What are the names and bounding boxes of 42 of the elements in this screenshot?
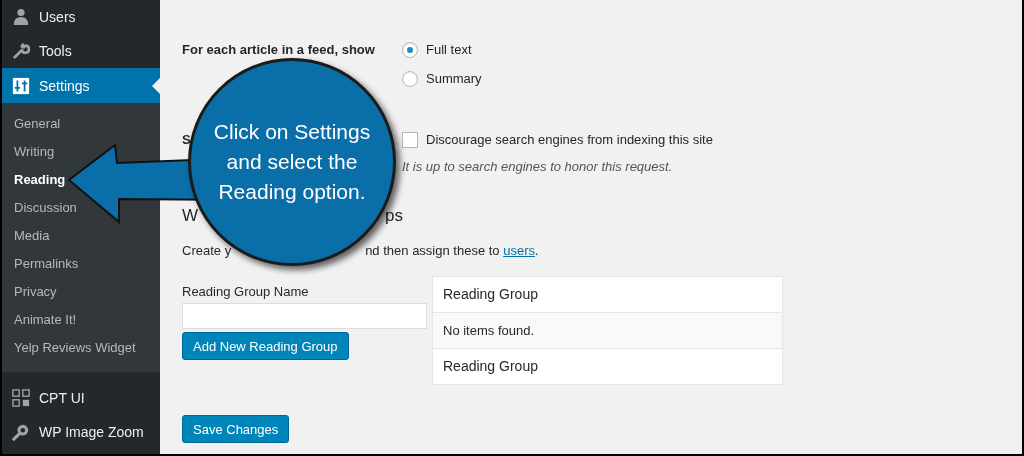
field-label: Reading Group Name xyxy=(182,284,310,299)
table-footer: Reading Group xyxy=(433,348,782,384)
submenu-item[interactable]: Yelp Reviews Widget xyxy=(2,334,136,362)
help-text: It is up to search engines to honor this request. xyxy=(402,159,674,174)
radio-button[interactable] xyxy=(402,70,418,87)
setting-label: For each article in a feed, show xyxy=(182,42,376,59)
section-heading: W xyxy=(182,206,199,226)
description-text: nd then assign these to users. xyxy=(365,243,539,258)
menu-item[interactable]: Users xyxy=(2,0,160,34)
sliders-icon xyxy=(12,76,30,95)
save-changes-button[interactable]: Save Changes xyxy=(182,415,290,443)
option-label: Full text xyxy=(426,42,472,57)
users-link[interactable]: users xyxy=(503,243,535,258)
grid-icon xyxy=(12,389,30,407)
description-text: Create y xyxy=(182,243,232,258)
section-heading: ps xyxy=(385,206,403,226)
user-icon xyxy=(12,8,30,26)
submenu-item[interactable]: Media xyxy=(2,222,50,250)
submenu-item[interactable]: Writing xyxy=(2,138,55,166)
menu-item[interactable]: CPT UI xyxy=(2,381,160,415)
radio-button[interactable] xyxy=(402,41,418,58)
notch-icon xyxy=(152,78,160,94)
submenu-item[interactable]: General xyxy=(2,110,61,138)
setting-label: S xyxy=(182,132,191,147)
wrench-icon xyxy=(12,42,30,60)
callout-text: Click on Settings and select the Reading option. xyxy=(213,119,371,205)
table-header: Reading Group xyxy=(442,285,539,304)
menu-item[interactable]: WP Image Zoom xyxy=(2,415,160,449)
option-label: Summary xyxy=(426,71,482,86)
checkbox-label: Discourage search engines from indexing this site xyxy=(426,132,713,147)
checkbox[interactable] xyxy=(402,131,418,148)
group-name-field[interactable] xyxy=(182,303,427,329)
submenu-item[interactable]: Reading xyxy=(2,166,66,194)
submenu-item[interactable]: Animate It! xyxy=(2,306,77,334)
menu-item[interactable]: Tools xyxy=(2,34,160,68)
menu-item[interactable]: Settings xyxy=(2,68,160,103)
empty-message: No items found. xyxy=(433,312,782,348)
submenu-item[interactable]: Privacy xyxy=(2,278,57,306)
magnifier-icon xyxy=(12,423,30,441)
submenu-item[interactable]: Discussion xyxy=(2,194,77,222)
submenu-item[interactable]: Permalinks xyxy=(2,250,79,278)
add-group-button[interactable]: Add New Reading Group xyxy=(182,332,349,360)
